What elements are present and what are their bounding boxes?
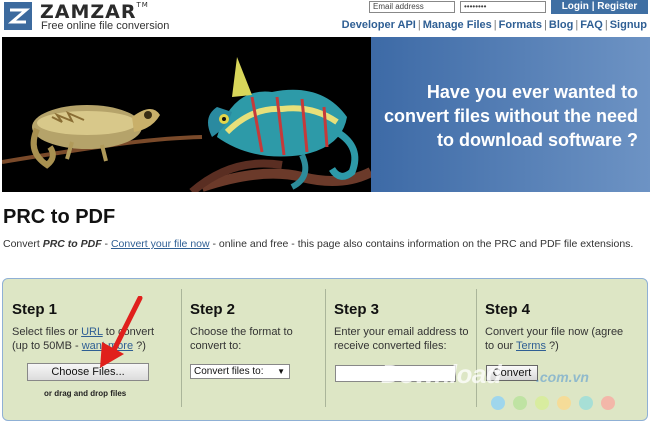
step-4-description: Convert your file now (agree to our Term… — [485, 326, 624, 352]
banner-line-3: to download software ? — [437, 130, 638, 150]
watermark-dot-icon — [513, 396, 527, 410]
banner-line-1: Have you ever wanted to — [426, 82, 638, 102]
watermark-domain: .com.vn — [536, 369, 589, 385]
logo-tagline: Free online file conversion — [41, 20, 170, 32]
watermark-dot-icon — [491, 396, 505, 410]
step-3-title: Step 3 — [334, 301, 380, 318]
step-3: Step 3 Enter your email address to recei… — [325, 279, 476, 422]
download-watermark: Download — [381, 359, 502, 389]
nav-signup[interactable]: Signup — [610, 19, 647, 31]
convert-now-link[interactable]: Convert your file now — [111, 238, 210, 250]
email-login-field[interactable]: Email address — [369, 1, 455, 13]
nav-manage-files[interactable]: Manage Files — [423, 19, 492, 31]
chameleon-photo — [2, 37, 371, 192]
login-register-button[interactable]: Login | Register — [551, 0, 648, 14]
intro-text: Convert PRC to PDF - Convert your file n… — [3, 238, 634, 250]
red-arrow-icon — [100, 296, 143, 368]
format-select[interactable]: Convert files to: ▼ — [190, 364, 290, 379]
site-header: ZAMZARTM Free online file conversion Ema… — [0, 0, 650, 36]
password-login-field[interactable]: •••••••• — [460, 1, 546, 13]
nav-blog[interactable]: Blog — [549, 19, 573, 31]
banner-line-2: convert files without the need — [383, 106, 638, 126]
nav-faq[interactable]: FAQ — [580, 19, 603, 31]
page-title: PRC to PDF — [3, 206, 116, 228]
step-3-description: Enter your email address to receive conv… — [334, 326, 469, 352]
watermark-dot-icon — [601, 396, 615, 410]
nav-developer-api[interactable]: Developer API — [342, 19, 416, 31]
step-1-title: Step 1 — [12, 301, 58, 318]
dropdown-arrow-icon: ▼ — [277, 367, 285, 376]
watermark-dot-icon — [579, 396, 593, 410]
drag-drop-hint: or drag and drop files — [44, 389, 127, 398]
step-2-title: Step 2 — [190, 301, 236, 318]
step-2: Step 2 Choose the format to convert to: … — [181, 279, 325, 422]
step-2-description: Choose the format to convert to: — [190, 326, 293, 352]
terms-link[interactable]: Terms — [516, 340, 546, 352]
nav-formats[interactable]: Formats — [499, 19, 542, 31]
watermark-dot-icon — [557, 396, 571, 410]
zamzar-logo-icon[interactable] — [4, 2, 32, 30]
top-nav: Developer API | Manage Files | Formats | Blog |… — [341, 19, 647, 31]
hero-banner: Have you ever wanted to convert files wi… — [0, 37, 650, 192]
step-1: Step 1 Select files or URL to convert (u… — [3, 279, 181, 422]
step-4-title: Step 4 — [485, 301, 531, 318]
watermark-dot-icon — [535, 396, 549, 410]
banner-headline: Have you ever wanted to convert files wi… — [368, 80, 638, 152]
